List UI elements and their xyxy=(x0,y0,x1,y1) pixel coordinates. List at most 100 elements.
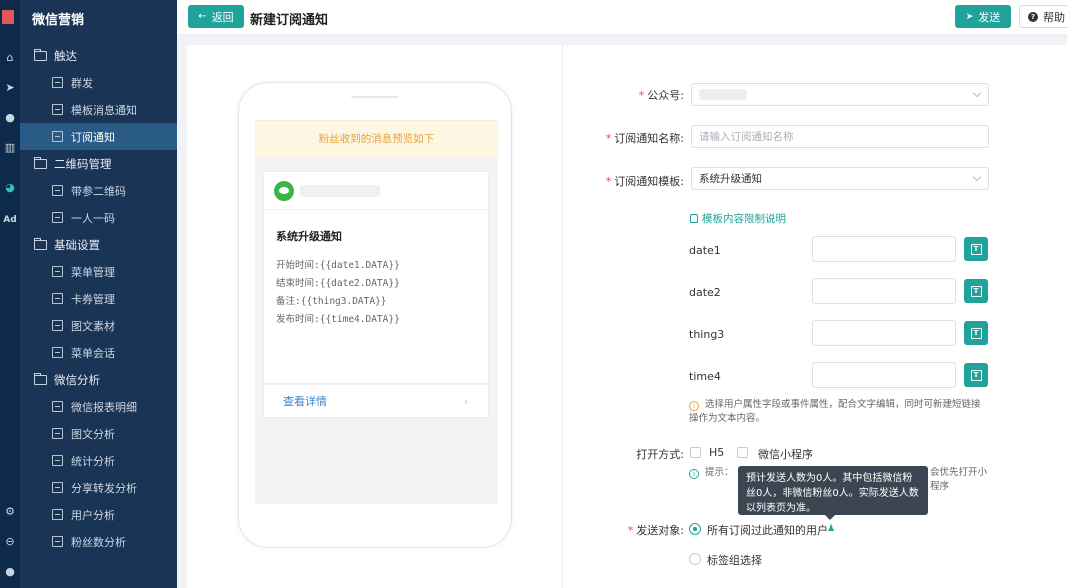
account-name-blurred xyxy=(300,184,380,197)
template-limit-link[interactable]: 模板内容限制说明 xyxy=(690,211,786,226)
open-mode-label: 打开方式: xyxy=(636,448,684,461)
insert-field-button-time4[interactable]: T xyxy=(964,363,988,387)
open-mode-tip-suffix: 会优先打开小程序 xyxy=(930,467,988,492)
account-select[interactable] xyxy=(691,83,989,106)
sidebar: 微信营销 触达 群发 模板消息通知 订阅通知 二维码管理 带参二维码 一人一码 … xyxy=(20,0,177,588)
chevron-right-icon: › xyxy=(463,394,468,408)
icon-rail: ⌂ ➤ ● ▥ ◕ Ad ⚙ ⊖ ● xyxy=(0,0,20,588)
var-label-thing3: thing3 xyxy=(689,328,725,341)
estimate-tooltip: 预计发送人数为0人。其中包括微信粉丝0人，非微信粉丝0人。实际发送人数以列表页为… xyxy=(738,466,928,520)
sidebar-item-share-analysis[interactable]: 分享转发分析 xyxy=(20,474,177,501)
target-radio-all-subscribers[interactable] xyxy=(689,523,701,535)
gear-icon[interactable]: ⚙ xyxy=(2,504,18,520)
broadcast-icon xyxy=(52,77,63,88)
send-icon[interactable]: ➤ xyxy=(2,80,18,96)
sidebar-item-param-qrcode[interactable]: 带参二维码 xyxy=(20,177,177,204)
account-label: * 公众号: xyxy=(638,89,684,102)
brand-logo xyxy=(2,10,14,24)
users-icon[interactable]: ♟ xyxy=(827,525,836,534)
stats-icon xyxy=(52,455,63,466)
chart-icon[interactable]: ▥ xyxy=(2,140,18,156)
back-button[interactable]: ← 返回 xyxy=(188,5,244,28)
text-insert-icon: T xyxy=(970,327,982,339)
target-radio-tag-group[interactable] xyxy=(689,553,701,565)
home-icon[interactable]: ⌂ xyxy=(2,50,18,66)
paper-plane-icon: ➤ xyxy=(965,11,974,22)
message-line-start-time: 开始时间:{{date1.DATA}} xyxy=(276,260,400,271)
notice-name-input[interactable]: 请输入订阅通知名称 xyxy=(691,125,989,148)
sidebar-item-fans-analysis[interactable]: 粉丝数分析 xyxy=(20,528,177,555)
var-label-date1: date1 xyxy=(689,244,721,257)
open-mode-tip-prefix: i 提示： xyxy=(689,466,734,480)
chevron-down-icon xyxy=(972,172,982,182)
miniprogram-checkbox[interactable] xyxy=(737,447,748,458)
app-title: 微信营销 xyxy=(32,13,85,28)
var-input-thing3[interactable] xyxy=(812,320,956,346)
ad-icon[interactable]: Ad xyxy=(2,212,18,228)
folder-icon xyxy=(34,156,47,169)
help-button[interactable]: ? 帮助 xyxy=(1019,5,1067,28)
h5-checkbox[interactable] xyxy=(690,447,701,458)
text-insert-icon: T xyxy=(970,285,982,297)
page-title: 新建订阅通知 xyxy=(250,13,329,28)
user-icon[interactable]: ● xyxy=(2,110,18,126)
miniprogram-checkbox-label: 微信小程序 xyxy=(758,448,813,461)
sidebar-group-reach[interactable]: 触达 xyxy=(20,42,177,69)
top-bar: ← 返回 新建订阅通知 ➤ 发送 ? 帮助 xyxy=(177,0,1067,35)
account-value-blurred xyxy=(699,89,747,100)
report-icon xyxy=(52,401,63,412)
user-analysis-icon xyxy=(52,509,63,520)
var-input-time4[interactable] xyxy=(812,362,956,388)
sidebar-group-settings[interactable]: 基础设置 xyxy=(20,231,177,258)
coupon-icon xyxy=(52,293,63,304)
target-radio-tag-group-label: 标签组选择 xyxy=(707,554,762,567)
wechat-logo-icon xyxy=(274,180,294,201)
folder-icon xyxy=(34,237,47,250)
question-icon: ? xyxy=(1028,11,1038,22)
insert-field-button-thing3[interactable]: T xyxy=(964,321,988,345)
message-card: 系统升级通知 开始时间:{{date1.DATA}} 结束时间:{{date2.… xyxy=(263,171,489,384)
image-icon xyxy=(52,320,63,331)
doc-icon xyxy=(690,214,698,223)
message-line-remark: 备注:{{thing3.DATA}} xyxy=(276,296,387,307)
sidebar-item-coupon-management[interactable]: 卡券管理 xyxy=(20,285,177,312)
sidebar-item-menu-session[interactable]: 菜单会话 xyxy=(20,339,177,366)
sidebar-item-article-analysis[interactable]: 图文分析 xyxy=(20,420,177,447)
sidebar-item-menu-management[interactable]: 菜单管理 xyxy=(20,258,177,285)
folder-icon xyxy=(34,48,47,61)
folder-icon xyxy=(34,372,47,385)
avatar-icon[interactable]: ● xyxy=(2,564,18,580)
template-select[interactable]: 系统升级通知 xyxy=(691,167,989,190)
sidebar-item-stats-analysis[interactable]: 统计分析 xyxy=(20,447,177,474)
chevron-down-icon xyxy=(972,88,982,98)
var-input-date1[interactable] xyxy=(812,236,956,262)
phone-screen: 粉丝收到的消息预览如下 系统升级通知 开始时间:{{date1.DATA}} 结… xyxy=(255,120,498,504)
var-label-date2: date2 xyxy=(689,286,721,299)
var-input-date2[interactable] xyxy=(812,278,956,304)
image-icon xyxy=(52,428,63,439)
text-insert-icon: T xyxy=(970,243,982,255)
sidebar-item-broadcast[interactable]: 群发 xyxy=(20,69,177,96)
wechat-icon[interactable]: ◕ xyxy=(2,180,18,196)
send-button[interactable]: ➤ 发送 xyxy=(955,5,1011,28)
sidebar-item-template-message[interactable]: 模板消息通知 xyxy=(20,96,177,123)
arrow-left-icon: ← xyxy=(198,11,207,22)
notice-name-label: * 订阅通知名称: xyxy=(605,132,684,145)
target-label: * 发送对象: xyxy=(627,524,684,537)
panel-divider xyxy=(562,45,563,588)
sidebar-item-subscription-notice[interactable]: 订阅通知 xyxy=(20,123,177,150)
sidebar-item-user-analysis[interactable]: 用户分析 xyxy=(20,501,177,528)
insert-field-button-date2[interactable]: T xyxy=(964,279,988,303)
content-panel: 粉丝收到的消息预览如下 系统升级通知 开始时间:{{date1.DATA}} 结… xyxy=(187,45,1067,588)
var-label-time4: time4 xyxy=(689,370,721,383)
sidebar-item-article-material[interactable]: 图文素材 xyxy=(20,312,177,339)
sidebar-item-report-detail[interactable]: 微信报表明细 xyxy=(20,393,177,420)
sidebar-group-qrcode[interactable]: 二维码管理 xyxy=(20,150,177,177)
text-insert-icon: T xyxy=(970,369,982,381)
minus-circle-icon[interactable]: ⊖ xyxy=(2,534,18,550)
sidebar-item-personal-code[interactable]: 一人一码 xyxy=(20,204,177,231)
view-details-link[interactable]: 查看详情 › xyxy=(263,384,489,418)
chat-icon xyxy=(52,347,63,358)
sidebar-group-analytics[interactable]: 微信分析 xyxy=(20,366,177,393)
insert-field-button-date1[interactable]: T xyxy=(964,237,988,261)
